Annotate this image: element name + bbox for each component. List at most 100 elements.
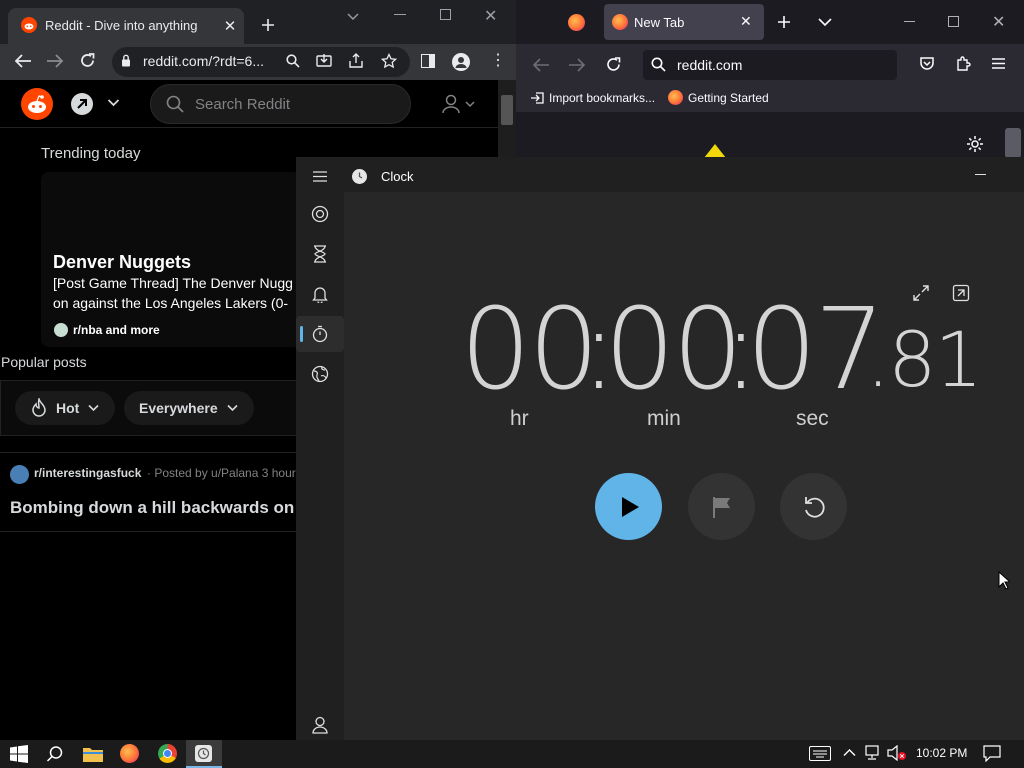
firefox-close-tab-icon[interactable]: ✕ [740, 13, 752, 30]
stopwatch-seconds: 07 [746, 285, 886, 415]
bookmark-getting-started[interactable]: Getting Started [688, 91, 769, 105]
firefox-forward-arrow-icon[interactable] [568, 57, 586, 73]
bookmark-import[interactable]: Import bookmarks... [549, 91, 655, 105]
install-app-icon[interactable] [316, 53, 332, 69]
subreddit-avatar-icon [54, 323, 68, 337]
mouse-cursor-icon [998, 571, 1010, 590]
firefox-search-icon [651, 57, 666, 72]
world-clock-globe-icon[interactable] [311, 365, 329, 383]
network-icon[interactable] [865, 745, 883, 761]
taskbar-time[interactable]: 10:02 PM [916, 746, 967, 760]
expand-icon[interactable] [912, 284, 930, 302]
label-hours: hr [510, 407, 529, 430]
trending-desc-line-2: on against the Los Angeles Lakers (0- [53, 295, 289, 311]
firefox-settings-gear-icon[interactable] [966, 135, 984, 153]
tab-search-chevron-icon[interactable] [346, 9, 360, 23]
flag-icon [712, 496, 730, 518]
trending-label: Trending today [41, 145, 141, 162]
chrome-scrollbar-thumb[interactable] [501, 95, 513, 125]
reddit-favicon-icon [21, 17, 37, 33]
account-person-icon[interactable] [312, 716, 328, 734]
profile-avatar-icon[interactable] [452, 53, 470, 71]
alarm-bell-icon[interactable] [312, 285, 328, 303]
trending-desc-line-1: [Post Game Thread] The Denver Nugg [53, 275, 293, 291]
flame-icon [30, 398, 48, 418]
trending-title: Denver Nuggets [53, 252, 192, 272]
firefox-scrollbar-thumb[interactable] [1005, 128, 1021, 158]
touch-keyboard-icon[interactable] [809, 746, 831, 761]
stopwatch-minutes: 00 [604, 285, 744, 415]
notification-center-icon[interactable] [983, 745, 1001, 762]
hot-chevron-icon [88, 404, 99, 412]
stopwatch-hundredths: .81 [866, 315, 983, 404]
firefox-reload-icon[interactable] [605, 56, 622, 73]
clock-title: Clock [381, 169, 414, 184]
pocket-icon[interactable] [919, 56, 935, 72]
lap-button[interactable] [688, 473, 755, 540]
taskbar-search-icon[interactable] [46, 745, 64, 763]
share-icon[interactable] [348, 53, 364, 69]
getting-started-favicon-icon [668, 90, 683, 105]
chrome-maximize-button[interactable] [440, 9, 451, 20]
stopwatch-hours: 00 [460, 285, 600, 415]
post-card[interactable] [0, 452, 298, 532]
lock-icon[interactable] [121, 54, 131, 67]
firefox-page-logo-icon [704, 144, 726, 158]
firefox-close-button[interactable]: ✕ [992, 12, 1005, 32]
reddit-logo-icon[interactable] [21, 88, 53, 120]
taskbar-firefox-icon[interactable] [120, 744, 139, 763]
reload-icon[interactable] [79, 52, 96, 69]
extensions-puzzle-icon[interactable] [955, 55, 972, 72]
firefox-tab-favicon-icon [612, 14, 628, 30]
close-tab-icon[interactable]: ✕ [222, 18, 238, 35]
bookmark-star-icon[interactable] [381, 53, 397, 69]
firefox-back-arrow-icon[interactable] [532, 57, 550, 73]
firefox-minimize-button[interactable] [904, 21, 915, 22]
firefox-url-text[interactable]: reddit.com [677, 57, 742, 73]
chrome-minimize-button[interactable] [394, 14, 406, 15]
firefox-new-tab-plus-icon[interactable] [777, 15, 791, 29]
chrome-url-text[interactable]: reddit.com/?rdt=6... [143, 53, 264, 69]
file-explorer-folder-icon[interactable] [83, 746, 103, 762]
trending-subreddit[interactable]: r/nba and more [73, 323, 160, 337]
volume-muted-icon[interactable] [887, 745, 907, 761]
forward-arrow-icon[interactable] [46, 53, 64, 69]
post-meta: · Posted by u/Palana 3 hours [147, 466, 302, 480]
stopwatch-icon[interactable] [311, 325, 329, 343]
show-hidden-icons-chevron-icon[interactable] [843, 748, 856, 757]
reset-button[interactable] [780, 473, 847, 540]
start-button[interactable] [595, 473, 662, 540]
firefox-list-tabs-chevron-icon[interactable] [818, 17, 832, 27]
taskbar-chrome-icon[interactable] [158, 744, 177, 763]
post-subreddit-icon [10, 465, 29, 484]
new-tab-plus-icon[interactable] [257, 14, 279, 36]
clock-app-icon [352, 169, 367, 184]
side-panel-icon[interactable] [421, 54, 435, 68]
post-title[interactable]: Bombing down a hill backwards on [10, 498, 294, 518]
clock-minimize-button[interactable] [975, 174, 986, 175]
firefox-tab-title: New Tab [634, 15, 685, 30]
windows-start-icon[interactable] [10, 745, 28, 763]
label-seconds: sec [796, 407, 829, 430]
focus-sessions-icon[interactable] [311, 205, 329, 223]
firefox-view-icon[interactable] [568, 14, 585, 31]
popular-arrow-icon[interactable] [71, 93, 93, 115]
reddit-search-placeholder: Search Reddit [195, 96, 291, 113]
firefox-menu-hamburger-icon[interactable] [991, 57, 1006, 70]
keep-on-top-icon[interactable] [952, 284, 970, 302]
chrome-tab-title: Reddit - Dive into anything [45, 18, 198, 33]
post-subreddit[interactable]: r/interestingasfuck [34, 466, 141, 480]
everywhere-chevron-icon [227, 404, 238, 412]
timer-hourglass-icon[interactable] [312, 245, 328, 263]
label-minutes: min [647, 407, 681, 430]
back-arrow-icon[interactable] [14, 53, 32, 69]
search-icon[interactable] [286, 54, 300, 68]
feed-dropdown-chevron-icon[interactable] [107, 98, 120, 108]
chrome-menu-icon[interactable]: ⋮ [490, 53, 506, 69]
chrome-close-button[interactable]: ✕ [484, 6, 497, 26]
clock-hamburger-icon[interactable] [312, 170, 328, 183]
user-menu-icon[interactable] [441, 93, 477, 115]
everywhere-filter-label: Everywhere [139, 400, 218, 416]
firefox-maximize-button[interactable] [948, 16, 959, 27]
reset-icon [804, 496, 825, 518]
